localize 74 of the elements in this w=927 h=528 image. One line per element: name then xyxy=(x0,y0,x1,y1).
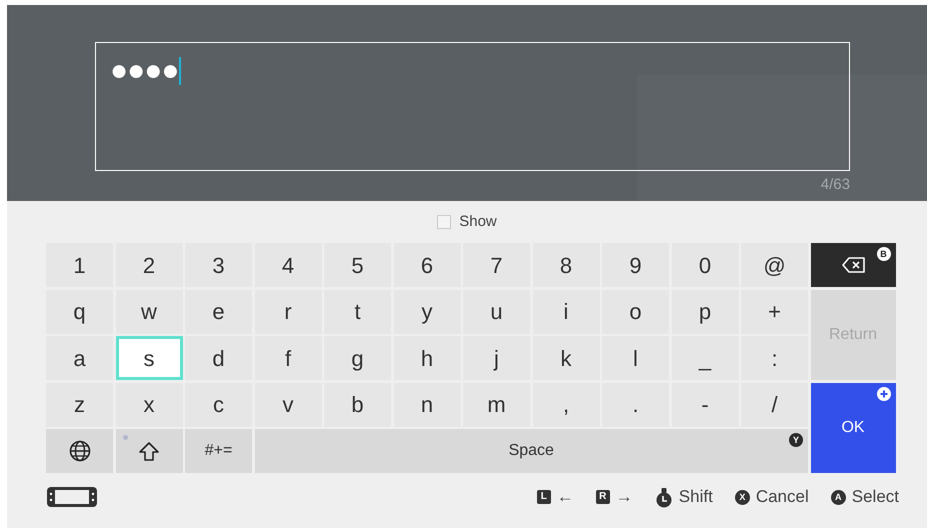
key[interactable]: a xyxy=(46,336,113,380)
key[interactable]: 2 xyxy=(116,243,182,287)
key[interactable]: 9 xyxy=(602,243,669,287)
indicator-dot xyxy=(122,435,128,440)
b-button-badge: B xyxy=(876,247,890,261)
shift-key[interactable] xyxy=(116,429,182,473)
space-key[interactable]: Space Y xyxy=(254,429,808,473)
key[interactable]: x xyxy=(116,382,182,426)
hint-label: → xyxy=(616,486,633,508)
key[interactable]: h xyxy=(394,336,460,380)
shift-arrow-icon xyxy=(138,440,160,462)
key[interactable]: : xyxy=(741,336,808,380)
key[interactable]: o xyxy=(602,290,669,334)
key[interactable]: w xyxy=(116,290,182,334)
key[interactable]: d xyxy=(185,336,252,380)
key[interactable]: b xyxy=(324,382,391,426)
key[interactable]: k xyxy=(532,336,600,380)
y-button-badge: Y xyxy=(789,433,803,447)
character-counter: 4/63 xyxy=(820,175,850,195)
key[interactable]: / xyxy=(741,382,808,426)
show-label: Show xyxy=(459,212,497,232)
key[interactable]: y xyxy=(394,290,460,334)
key[interactable]: 1 xyxy=(46,243,113,287)
show-checkbox[interactable] xyxy=(437,215,452,229)
key[interactable]: 6 xyxy=(394,243,460,287)
plus-icon xyxy=(876,386,890,400)
key[interactable]: 8 xyxy=(532,243,600,287)
key[interactable]: z xyxy=(46,382,113,426)
key[interactable]: i xyxy=(532,290,600,334)
face-button-badge: A xyxy=(830,490,846,504)
hint-label: ← xyxy=(556,486,574,508)
globe-icon xyxy=(68,440,90,462)
shoulder-button-badge: R xyxy=(596,490,610,504)
key[interactable]: q xyxy=(46,290,113,334)
key[interactable]: v xyxy=(254,382,322,426)
key[interactable]: @ xyxy=(741,243,808,287)
hint-label: Select xyxy=(852,486,899,508)
key[interactable]: g xyxy=(324,336,391,380)
key[interactable]: s xyxy=(116,336,182,380)
key[interactable]: + xyxy=(741,290,808,334)
text-caret xyxy=(179,57,182,85)
backspace-icon xyxy=(842,257,864,273)
hint-label: Cancel xyxy=(756,486,809,508)
key[interactable]: m xyxy=(463,382,530,426)
password-dots: ●●●● xyxy=(110,53,178,89)
key[interactable]: l xyxy=(602,336,669,380)
backspace-key[interactable]: B xyxy=(810,243,896,287)
key[interactable]: t xyxy=(324,290,391,334)
key[interactable]: j xyxy=(463,336,530,380)
key[interactable]: , xyxy=(532,382,600,426)
key[interactable]: p xyxy=(672,290,738,334)
key[interactable]: c xyxy=(185,382,252,426)
key[interactable]: u xyxy=(463,290,530,334)
hint-label: Shift xyxy=(678,486,713,508)
key[interactable]: 0 xyxy=(672,243,738,287)
key[interactable]: f xyxy=(254,336,322,380)
handheld-console-icon xyxy=(46,486,98,508)
ok-key[interactable]: OK xyxy=(810,382,896,473)
shoulder-button-badge: L xyxy=(536,490,551,504)
face-button-badge: X xyxy=(734,490,750,504)
stopwatch-icon xyxy=(654,486,673,508)
key[interactable]: - xyxy=(672,382,738,426)
key[interactable]: 4 xyxy=(254,243,322,287)
key[interactable]: e xyxy=(185,290,252,334)
password-field[interactable]: ●●●● xyxy=(95,42,850,171)
key[interactable]: 3 xyxy=(185,243,252,287)
key[interactable]: . xyxy=(602,382,669,426)
key[interactable]: n xyxy=(394,382,460,426)
key[interactable]: 7 xyxy=(463,243,530,287)
language-key[interactable] xyxy=(46,429,113,473)
key[interactable]: r xyxy=(254,290,322,334)
key[interactable]: _ xyxy=(672,336,738,380)
key[interactable]: 5 xyxy=(324,243,391,287)
key[interactable]: #+= xyxy=(185,429,252,473)
